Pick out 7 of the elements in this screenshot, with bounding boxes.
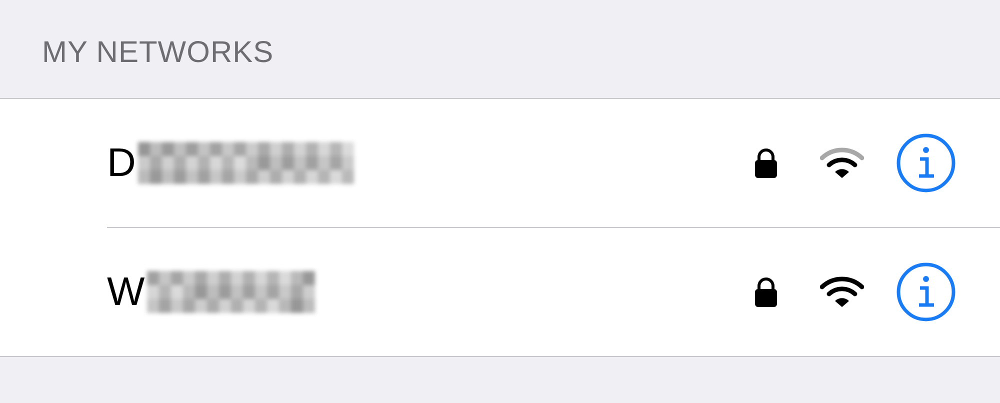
info-icon[interactable] bbox=[896, 133, 956, 193]
info-icon[interactable] bbox=[896, 262, 956, 322]
network-row[interactable]: W bbox=[0, 227, 1000, 356]
section-header: MY NETWORKS bbox=[42, 36, 274, 69]
network-row[interactable]: D bbox=[0, 99, 1000, 227]
network-name: D bbox=[107, 140, 136, 186]
network-name: W bbox=[107, 270, 145, 314]
